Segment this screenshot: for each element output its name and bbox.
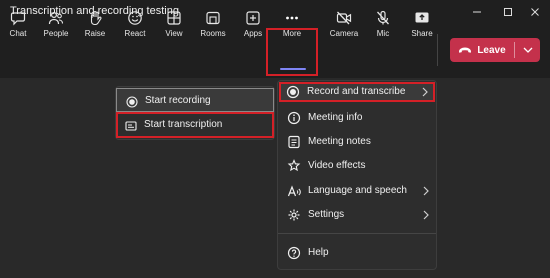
toolbar-divider — [437, 34, 438, 66]
maximize-icon — [504, 8, 512, 16]
menu-item-label: Meeting notes — [308, 136, 371, 147]
more-menu: Record and transcribe Meeting info Meeti… — [277, 80, 437, 270]
menu-item-meeting-notes[interactable]: Meeting notes — [278, 132, 436, 152]
more-active-indicator — [280, 68, 306, 70]
raise-hand-icon — [90, 10, 102, 26]
chevron-right-icon — [423, 210, 429, 220]
mic-off-icon — [377, 10, 389, 25]
menu-item-language-and-speech[interactable]: Language and speech — [278, 181, 436, 201]
menu-item-meeting-info[interactable]: Meeting info — [278, 108, 436, 128]
share-icon — [415, 12, 429, 23]
share-label: Share — [411, 29, 433, 38]
menu-item-label: Help — [308, 247, 329, 258]
camera-off-icon — [336, 11, 352, 25]
gear-icon — [287, 208, 301, 222]
view-button[interactable]: View — [156, 10, 192, 50]
people-button[interactable]: People — [38, 10, 74, 50]
raise-label: Raise — [84, 29, 106, 38]
close-icon — [531, 8, 539, 16]
leave-options-button[interactable] — [515, 38, 540, 62]
language-icon — [287, 184, 301, 198]
menu-item-record-and-transcribe-highlighted[interactable]: Record and transcribe — [277, 82, 435, 102]
submenu-item-label: Start recording — [145, 95, 211, 106]
minimize-icon — [473, 11, 481, 13]
react-label: React — [124, 29, 146, 38]
menu-item-settings[interactable]: Settings — [278, 205, 436, 225]
menu-item-label: Settings — [308, 209, 345, 220]
leave-button[interactable]: Leave — [450, 38, 514, 62]
chevron-down-icon — [523, 47, 532, 53]
transcription-highlight-box — [116, 112, 274, 138]
menu-item-video-effects[interactable]: Video effects — [278, 156, 436, 176]
leave-label: Leave — [477, 44, 506, 56]
camera-label: Camera — [329, 29, 359, 38]
chat-button[interactable]: Chat — [0, 10, 36, 50]
record-submenu: Start recording Start transcription — [115, 86, 275, 140]
chevron-right-icon — [422, 87, 428, 97]
hang-up-icon — [459, 47, 472, 53]
grid-view-icon — [167, 11, 181, 25]
maximize-button[interactable] — [493, 0, 523, 24]
chat-label: Chat — [9, 29, 27, 38]
start-recording-item[interactable]: Start recording — [116, 88, 274, 112]
more-dots-icon — [286, 16, 298, 20]
close-button[interactable] — [520, 0, 550, 24]
rooms-icon — [206, 11, 220, 25]
raise-hand-button[interactable]: Raise — [77, 10, 113, 50]
people-label: People — [43, 29, 69, 38]
menu-divider — [278, 233, 436, 234]
record-icon — [286, 85, 300, 99]
react-button[interactable]: React — [117, 10, 153, 50]
apps-label: Apps — [243, 29, 263, 38]
people-icon — [48, 11, 64, 25]
menu-item-label: Video effects — [308, 160, 366, 171]
rooms-button[interactable]: Rooms — [195, 10, 231, 50]
menu-item-help[interactable]: Help — [278, 243, 436, 263]
add-app-icon — [246, 11, 260, 25]
chat-icon — [10, 12, 26, 26]
menu-item-label: Language and speech — [308, 185, 407, 196]
smiley-icon — [128, 11, 142, 25]
mic-button[interactable]: Mic — [365, 10, 401, 50]
record-icon — [126, 95, 138, 108]
menu-item-label: Record and transcribe — [307, 86, 406, 97]
notes-icon — [287, 135, 301, 149]
video-effects-icon — [287, 159, 301, 173]
menu-item-label: Meeting info — [308, 112, 363, 123]
camera-button[interactable]: Camera — [326, 10, 362, 50]
info-icon — [287, 111, 301, 125]
minimize-button[interactable] — [462, 0, 492, 24]
mic-label: Mic — [376, 29, 390, 38]
leave-button-group: Leave — [450, 38, 540, 62]
help-icon — [287, 246, 301, 260]
view-label: View — [165, 29, 183, 38]
rooms-label: Rooms — [200, 29, 226, 38]
chevron-right-icon — [423, 186, 429, 196]
share-button[interactable]: Share — [404, 10, 440, 50]
